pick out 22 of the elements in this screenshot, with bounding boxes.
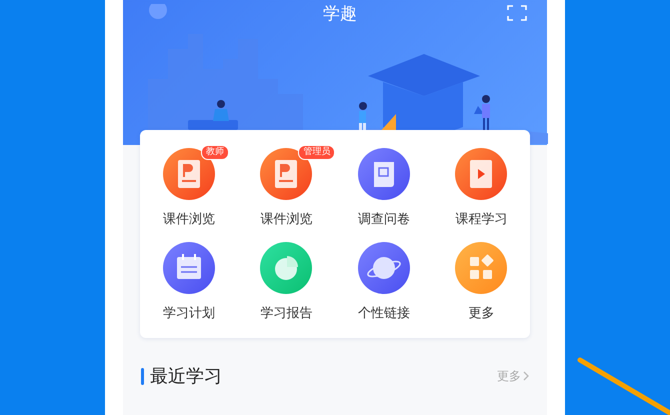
shortcut-button[interactable]: 课程学习 [432,148,530,228]
shortcut-button[interactable]: 调查问卷 [335,148,432,228]
chevron-right-icon [523,371,530,381]
role-badge: 教师 [200,145,229,160]
shortcut-button[interactable]: 教师 课件浏览 [140,148,238,228]
shortcut-button[interactable]: 管理员 课件浏览 [238,148,335,228]
slides-icon [162,148,215,200]
shortcut-button[interactable]: 更多 [432,242,530,322]
section-title: 最近学习 [150,365,222,388]
shortcut-button[interactable]: 个性链接 [335,242,432,322]
app-title: 学趣 [323,2,357,24]
scan-icon[interactable] [507,5,527,21]
shortcut-button[interactable]: 学习报告 [238,242,335,322]
pie-icon [260,242,312,294]
role-badge: 管理员 [298,145,336,160]
video-icon [455,148,508,200]
shortcut-button[interactable]: 学习计划 [140,242,238,322]
apps-icon [455,242,508,294]
slides-icon [260,148,312,200]
accent-bar [141,368,144,384]
calendar-icon [162,242,215,294]
survey-icon [358,148,410,200]
